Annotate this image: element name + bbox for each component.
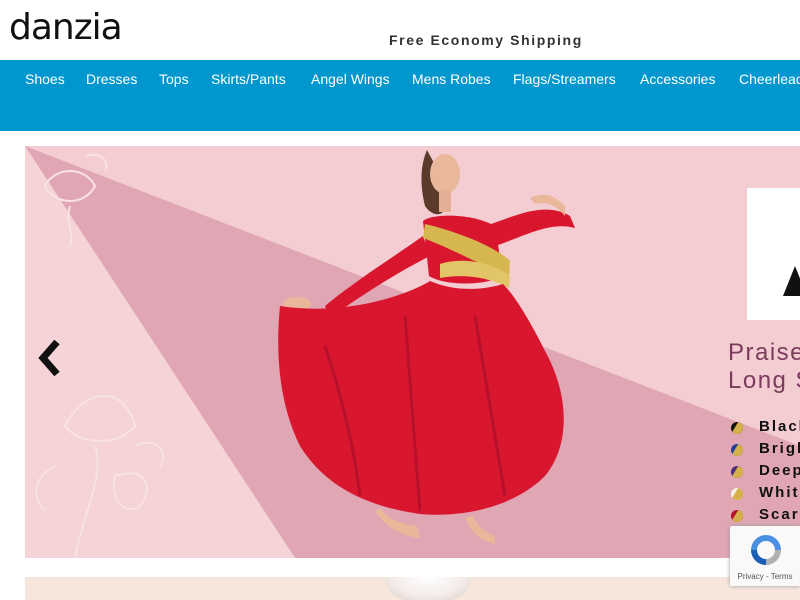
banner-subtitle-line-1: Praise <box>728 339 800 366</box>
site-logo[interactable]: danzia <box>9 6 123 50</box>
main-nav: Shoes Dresses Tops Skirts/Pants Angel Wi… <box>0 60 800 131</box>
banner-title-card <box>747 188 800 320</box>
tutu-image <box>385 577 471 600</box>
nav-item-flags-streamers[interactable]: Flags/Streamers <box>513 71 616 87</box>
nav-item-dresses[interactable]: Dresses <box>86 71 137 87</box>
nav-item-angel-wings[interactable]: Angel Wings <box>311 71 390 87</box>
chevron-left-icon <box>38 339 60 377</box>
swatch-icon <box>731 510 743 522</box>
secondary-banner[interactable] <box>25 577 800 600</box>
color-option-label: Deep <box>759 462 800 479</box>
nav-item-cheerleading[interactable]: Cheerleading <box>739 71 800 87</box>
nav-item-shoes[interactable]: Shoes <box>25 71 65 87</box>
color-option-label: Black <box>759 418 800 435</box>
recaptcha-icon <box>751 535 781 565</box>
color-option-label: White <box>759 484 800 501</box>
swatch-icon <box>731 488 743 500</box>
swatch-icon <box>731 422 743 434</box>
dancer-in-red-dress-image <box>278 150 575 544</box>
swatch-icon <box>731 444 743 456</box>
nav-item-mens-robes[interactable]: Mens Robes <box>412 71 491 87</box>
nav-item-skirts-pants[interactable]: Skirts/Pants <box>211 71 286 87</box>
banner-title-initial-shape <box>783 266 800 296</box>
site-header: danzia Free Economy Shipping <box>0 0 800 60</box>
banner-subtitle-line-2: Long S <box>728 367 800 394</box>
nav-item-tops[interactable]: Tops <box>159 71 189 87</box>
nav-item-accessories[interactable]: Accessories <box>640 71 715 87</box>
recaptcha-privacy-terms-links[interactable]: Privacy - Terms <box>730 572 800 581</box>
swatch-icon <box>731 466 743 478</box>
color-option-label: Bright <box>759 440 800 457</box>
promo-banner-text: Free Economy Shipping <box>389 32 583 48</box>
hero-carousel-slide[interactable]: Praise Long S Black Bright Deep White <box>25 146 800 558</box>
recaptcha-badge[interactable]: Privacy - Terms <box>730 526 800 586</box>
color-option-label: Scarlet <box>759 506 800 523</box>
carousel-prev-arrow[interactable] <box>33 336 73 380</box>
